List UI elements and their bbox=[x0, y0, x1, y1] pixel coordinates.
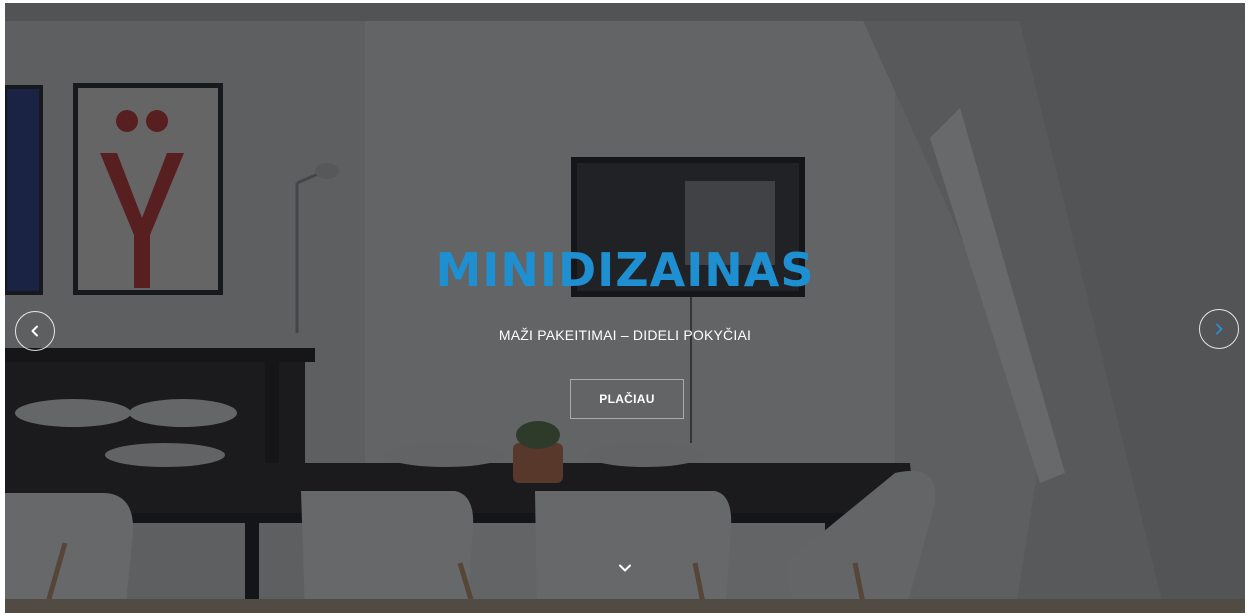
carousel-prev-button[interactable] bbox=[15, 311, 55, 351]
chevron-left-icon bbox=[28, 324, 42, 338]
hero-title: MINIDIZAINAS bbox=[435, 243, 815, 297]
hero-subtitle: MAŽI PAKEITIMAI – DIDELI POKYČIAI bbox=[498, 327, 752, 343]
carousel-next-button[interactable] bbox=[1199, 309, 1239, 349]
hero-slider: MINIDIZAINAS MAŽI PAKEITIMAI – DIDELI PO… bbox=[5, 3, 1245, 613]
scroll-down-button[interactable] bbox=[613, 557, 637, 581]
hero-content: MINIDIZAINAS MAŽI PAKEITIMAI – DIDELI PO… bbox=[5, 239, 1245, 345]
chevron-down-icon bbox=[618, 560, 632, 578]
chevron-right-icon bbox=[1212, 322, 1226, 336]
more-button[interactable]: PLAČIAU bbox=[570, 379, 684, 419]
